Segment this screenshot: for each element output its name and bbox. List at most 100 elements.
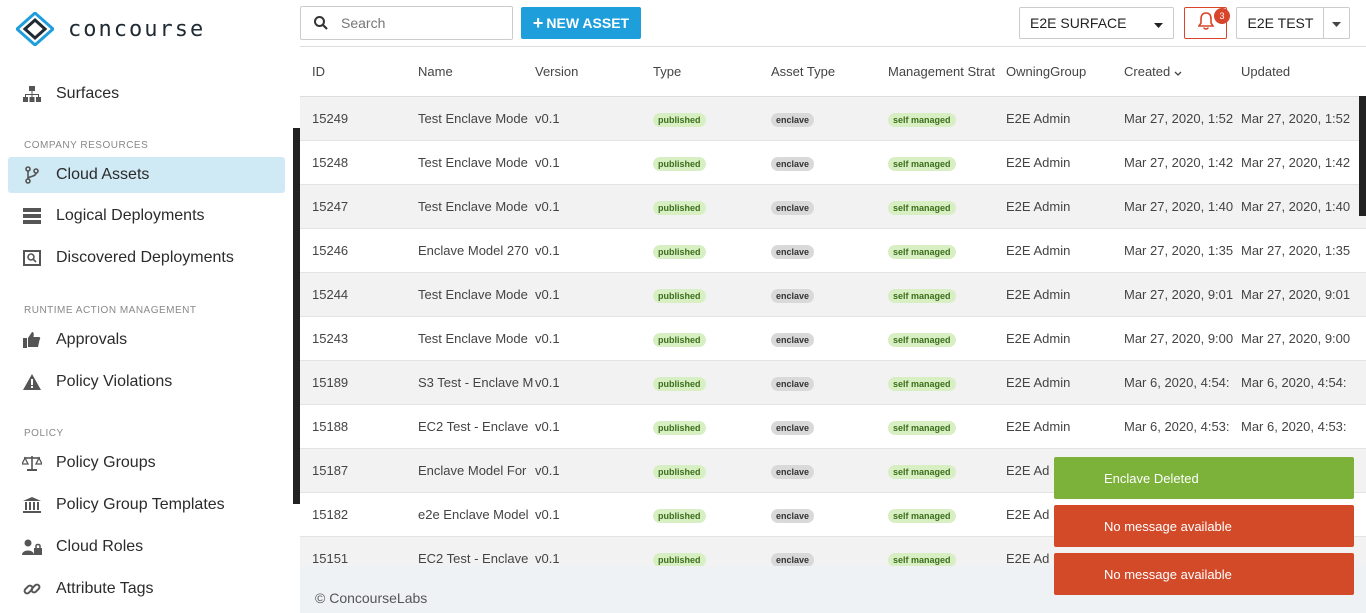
cell-version: v0.1 <box>535 199 560 214</box>
column-header-asset-type[interactable]: Asset Type <box>771 64 888 79</box>
asset-type-badge: enclave <box>771 508 815 523</box>
column-header-id[interactable]: ID <box>300 64 418 79</box>
bell-icon <box>1197 11 1214 35</box>
sidebar-item-approvals[interactable]: Approvals <box>8 322 285 358</box>
asset-type-badge: enclave <box>771 420 815 435</box>
table-row[interactable]: 15189 S3 Test - Enclave Mv0.1 published enc… <box>300 361 1366 405</box>
management-badge: self managed <box>888 552 956 566</box>
cell-version: v0.1 <box>535 111 560 126</box>
column-header-management-strategy[interactable]: Management Strat <box>888 64 1006 79</box>
sidebar-item-policy-violations[interactable]: Policy Violations <box>8 364 285 400</box>
search-input[interactable] <box>341 15 501 31</box>
cell-id: 15182 <box>312 507 349 522</box>
surface-select-value: E2E SURFACE <box>1030 15 1127 31</box>
search-box[interactable] <box>300 6 513 40</box>
sidebar-item-label: Discovered Deployments <box>56 249 234 266</box>
sidebar-item-cloud-assets[interactable]: Cloud Assets <box>8 157 285 193</box>
cell-type: published <box>653 199 771 215</box>
cell-created: Mar 27, 2020, 1:42 <box>1124 155 1234 170</box>
cell-type: published <box>653 287 771 303</box>
cell-type: published <box>653 419 771 435</box>
table-row[interactable]: 15244 Test Enclave Mode v0.1 published encla… <box>300 273 1366 317</box>
cell-updated: Mar 27, 2020, 1:52 <box>1241 111 1351 126</box>
cell-management-strategy: self managed <box>888 287 1006 303</box>
column-header-created[interactable]: Created <box>1124 64 1241 79</box>
sitemap-icon <box>22 84 42 104</box>
table-header: ID Name Version Type Asset Type Manageme… <box>300 47 1366 97</box>
new-asset-button[interactable]: + NEW ASSET <box>521 7 641 39</box>
sidebar-item-surfaces[interactable]: Surfaces <box>8 76 285 112</box>
cell-name: Enclave Model For <box>418 463 527 478</box>
cell-created: Mar 27, 2020, 1:52 <box>1124 111 1234 126</box>
column-header-created-label: Created <box>1124 64 1171 79</box>
cell-type: published <box>653 243 771 259</box>
sidebar-item-policy-groups[interactable]: Policy Groups <box>8 445 285 481</box>
table-row[interactable]: 15249 Test Enclave Mode v0.1 published encla… <box>300 97 1366 141</box>
sidebar-item-logical-deployments[interactable]: Logical Deployments <box>8 198 285 234</box>
cell-id: 15187 <box>312 463 349 478</box>
caret-down-icon <box>1332 14 1341 32</box>
cell-id: 15243 <box>312 331 349 346</box>
cell-version: v0.1 <box>535 155 560 170</box>
users-lock-icon <box>22 537 42 557</box>
toast-error[interactable]: No message available <box>1054 505 1354 547</box>
table-row[interactable]: 15243 Test Enclave Mode v0.1 published encla… <box>300 317 1366 361</box>
cell-asset-type: enclave <box>771 375 888 391</box>
cell-type: published <box>653 155 771 171</box>
table-row[interactable]: 15246 Enclave Model 270 v0.1 published encla… <box>300 229 1366 273</box>
column-header-updated[interactable]: Updated <box>1241 64 1366 79</box>
table-row[interactable]: 15188 EC2 Test - Enclave v0.1 published encl… <box>300 405 1366 449</box>
asset-type-badge: enclave <box>771 552 815 566</box>
cell-version: v0.1 <box>535 551 560 566</box>
toast-success[interactable]: Enclave Deleted <box>1054 457 1354 499</box>
management-badge: self managed <box>888 112 956 127</box>
sidebar-item-policy-group-templates[interactable]: Policy Group Templates <box>8 487 285 523</box>
cell-id: 15189 <box>312 375 349 390</box>
cell-version: v0.1 <box>535 287 560 302</box>
sidebar-item-cloud-roles[interactable]: Cloud Roles <box>8 529 285 565</box>
sidebar-scrollbar[interactable] <box>293 128 300 504</box>
sidebar: concourse Surfaces COMPANY RESOURCES Clo… <box>0 0 300 613</box>
sidebar-item-attribute-tags[interactable]: Attribute Tags <box>8 571 285 607</box>
cell-management-strategy: self managed <box>888 551 1006 566</box>
type-badge: published <box>653 288 706 303</box>
type-badge: published <box>653 464 706 479</box>
cell-management-strategy: self managed <box>888 111 1006 127</box>
table-row[interactable]: 15247 Test Enclave Mode v0.1 published encla… <box>300 185 1366 229</box>
logo[interactable]: concourse <box>16 12 205 46</box>
cell-management-strategy: self managed <box>888 463 1006 479</box>
user-button[interactable]: E2E TEST <box>1236 7 1324 39</box>
table-scrollbar[interactable] <box>1359 96 1366 216</box>
toast-error[interactable]: No message available <box>1054 553 1354 595</box>
cell-name: e2e Enclave Model <box>418 507 529 522</box>
search-icon <box>301 16 341 30</box>
column-header-owning-group[interactable]: OwningGroup <box>1006 64 1124 79</box>
sidebar-item-discovered-deployments[interactable]: Discovered Deployments <box>8 240 285 276</box>
type-badge: published <box>653 552 706 566</box>
cell-asset-type: enclave <box>771 199 888 215</box>
type-badge: published <box>653 200 706 215</box>
management-badge: self managed <box>888 464 956 479</box>
type-badge: published <box>653 420 706 435</box>
cell-management-strategy: self managed <box>888 419 1006 435</box>
column-header-name[interactable]: Name <box>418 64 535 79</box>
user-menu-toggle[interactable] <box>1323 7 1350 39</box>
cell-owning-group: E2E Admin <box>1006 419 1071 434</box>
cell-version: v0.1 <box>535 375 560 390</box>
cell-created: Mar 6, 2020, 4:54: <box>1124 375 1230 390</box>
column-header-version[interactable]: Version <box>535 64 653 79</box>
management-badge: self managed <box>888 332 956 347</box>
bank-icon <box>22 495 42 515</box>
cell-name: Test Enclave Mode <box>418 287 528 302</box>
logo-text: concourse <box>68 16 206 42</box>
surface-select[interactable]: E2E SURFACE <box>1019 7 1174 39</box>
management-badge: self managed <box>888 420 956 435</box>
type-badge: published <box>653 376 706 391</box>
cell-created: Mar 6, 2020, 4:53: <box>1124 419 1230 434</box>
management-badge: self managed <box>888 508 956 523</box>
type-badge: published <box>653 156 706 171</box>
cell-updated: Mar 6, 2020, 4:54: <box>1241 375 1347 390</box>
column-header-type[interactable]: Type <box>653 64 771 79</box>
cell-updated: Mar 27, 2020, 9:01 <box>1241 287 1351 302</box>
table-row[interactable]: 15248 Test Enclave Mode v0.1 published encla… <box>300 141 1366 185</box>
